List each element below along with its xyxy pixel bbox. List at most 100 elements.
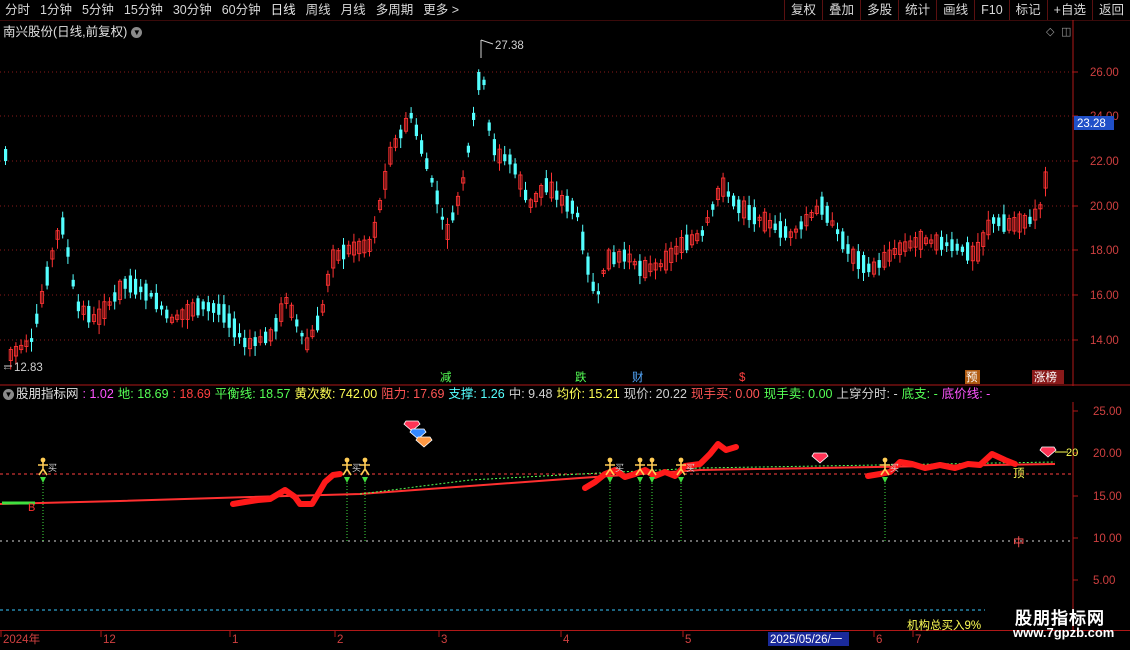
candle-body — [867, 263, 871, 273]
candle-body — [503, 154, 507, 162]
candle-body — [508, 154, 512, 165]
arrow-down-icon — [40, 477, 46, 483]
indicator-value: 地: 18.69 — [117, 387, 169, 401]
candle-body — [612, 252, 616, 265]
indicator-value: 均价: 15.21 — [556, 387, 620, 401]
tab-15min[interactable]: 15分钟 — [119, 0, 168, 20]
candle-body — [1002, 214, 1006, 232]
chevron-down-icon[interactable]: ▼ — [3, 389, 14, 401]
indicator-tick-label: 25.00 — [1093, 406, 1122, 418]
indicator-tick-label: 5.00 — [1093, 575, 1115, 587]
candle-body — [238, 333, 242, 338]
candle-body — [477, 71, 481, 91]
marker-yu: 预 — [966, 371, 978, 384]
candle-body — [950, 239, 954, 252]
label-b: B — [28, 502, 35, 514]
candle-body — [128, 275, 132, 293]
time-label: 7 — [915, 634, 921, 646]
marker-cai: 财 — [632, 370, 644, 384]
tab-more-label: 更多 — [423, 3, 449, 17]
high-pointer-arrow — [480, 39, 494, 45]
price-tick-label: 22.00 — [1090, 156, 1119, 168]
indicator-value: 现价: 20.22 — [623, 387, 687, 401]
person-body-icon — [360, 462, 370, 476]
candle-body — [966, 242, 970, 261]
buy-label: 买 — [615, 463, 624, 473]
multi-stock-button[interactable]: 多股 — [860, 0, 898, 20]
low-price-label: 12.83 — [14, 362, 43, 374]
candle-body — [570, 200, 574, 214]
candle-body — [253, 337, 257, 347]
high-price-label: 27.38 — [495, 40, 524, 52]
candle-body — [227, 313, 231, 328]
candles — [4, 69, 1048, 370]
tab-more[interactable]: 更多 > — [418, 0, 464, 20]
candle-body — [997, 217, 1001, 227]
candle-body — [846, 244, 850, 254]
candle-body — [513, 163, 517, 175]
indicator-value: 黄次数: 742.00 — [294, 387, 378, 401]
candle-body — [711, 204, 715, 210]
buy-label: 买 — [686, 463, 695, 473]
time-label: 6 — [876, 634, 882, 646]
candle-body — [440, 216, 444, 220]
person-head-icon — [362, 457, 368, 463]
candle-body — [544, 178, 548, 193]
draw-line-button[interactable]: 画线 — [936, 0, 974, 20]
person-body-icon — [342, 462, 352, 476]
candle-body — [160, 305, 164, 310]
gem-shape — [415, 436, 433, 448]
tab-daily[interactable]: 日线 — [266, 0, 301, 20]
indicator-legend: ▼ 股朋指标网: 1.02 地: 18.69: 18.69 平衡线: 18.57 黄次数… — [0, 386, 998, 402]
candle-body — [243, 337, 247, 348]
tab-1min[interactable]: 1分钟 — [35, 0, 77, 20]
low-pointer-arrow: ← — [2, 362, 12, 373]
candle-body — [841, 231, 845, 250]
add-watchlist-button[interactable]: +自选 — [1046, 0, 1092, 20]
candle-body — [752, 207, 756, 225]
tab-5min[interactable]: 5分钟 — [77, 0, 119, 20]
back-button[interactable]: 返回 — [1091, 0, 1130, 20]
indicator-tick-label: 20.00 — [1093, 448, 1122, 460]
candle-body — [76, 301, 80, 312]
overlay-button[interactable]: 叠加 — [822, 0, 860, 20]
tab-multi-period[interactable]: 多周期 — [371, 0, 419, 20]
label-ding: 顶 — [1013, 467, 1025, 480]
candle-body — [960, 246, 964, 252]
statistics-button[interactable]: 统计 — [898, 0, 936, 20]
restore-rights-button[interactable]: 复权 — [784, 0, 822, 20]
expand-icon: ◫ — [1061, 26, 1071, 38]
tab-weekly[interactable]: 周线 — [301, 0, 336, 20]
right-toolbar: 复权 叠加 多股 统计 画线 F10 标记 +自选 返回 — [784, 0, 1130, 20]
candle-body — [420, 140, 424, 154]
person-head-icon — [649, 457, 655, 463]
candle-body — [134, 278, 138, 295]
buy-label: 买 — [890, 463, 899, 473]
candle-body — [430, 177, 434, 183]
buy-signal: 买 — [38, 457, 57, 483]
candle-body — [737, 199, 741, 214]
buy-signal — [360, 457, 370, 483]
candle-body — [414, 124, 418, 137]
candle-body — [35, 313, 39, 324]
candle-body — [399, 129, 403, 139]
candlestick-chart[interactable]: ◇ ◫ 26.0024.0022.0020.0018.0016.0014.00 … — [0, 20, 1130, 386]
indicator-value: 现手买: 0.00 — [690, 387, 760, 401]
buy-signal: 买 — [342, 457, 361, 483]
candle-body — [825, 205, 829, 223]
candle-body — [576, 212, 580, 218]
indicator-chart[interactable]: 25.00 20.00 15.00 10.00 5.00 B 买 买 买 买 买 顶 中 20 — [0, 402, 1130, 630]
buy-signals: 买买买买买 — [38, 457, 899, 483]
right-value-label: 20 — [1066, 447, 1078, 459]
f10-button[interactable]: F10 — [974, 0, 1009, 20]
indicator-name[interactable]: 股朋指标网 — [16, 387, 79, 401]
tab-monthly[interactable]: 月线 — [336, 0, 371, 20]
indicator-tick-label: 10.00 — [1093, 533, 1122, 545]
tab-fenshi[interactable]: 分时 — [0, 0, 35, 20]
candle-body — [799, 221, 803, 230]
person-head-icon — [637, 457, 643, 463]
mark-button[interactable]: 标记 — [1008, 0, 1047, 20]
tab-30min[interactable]: 30分钟 — [168, 0, 217, 20]
tab-60min[interactable]: 60分钟 — [217, 0, 266, 20]
price-tick-label: 14.00 — [1090, 335, 1119, 347]
